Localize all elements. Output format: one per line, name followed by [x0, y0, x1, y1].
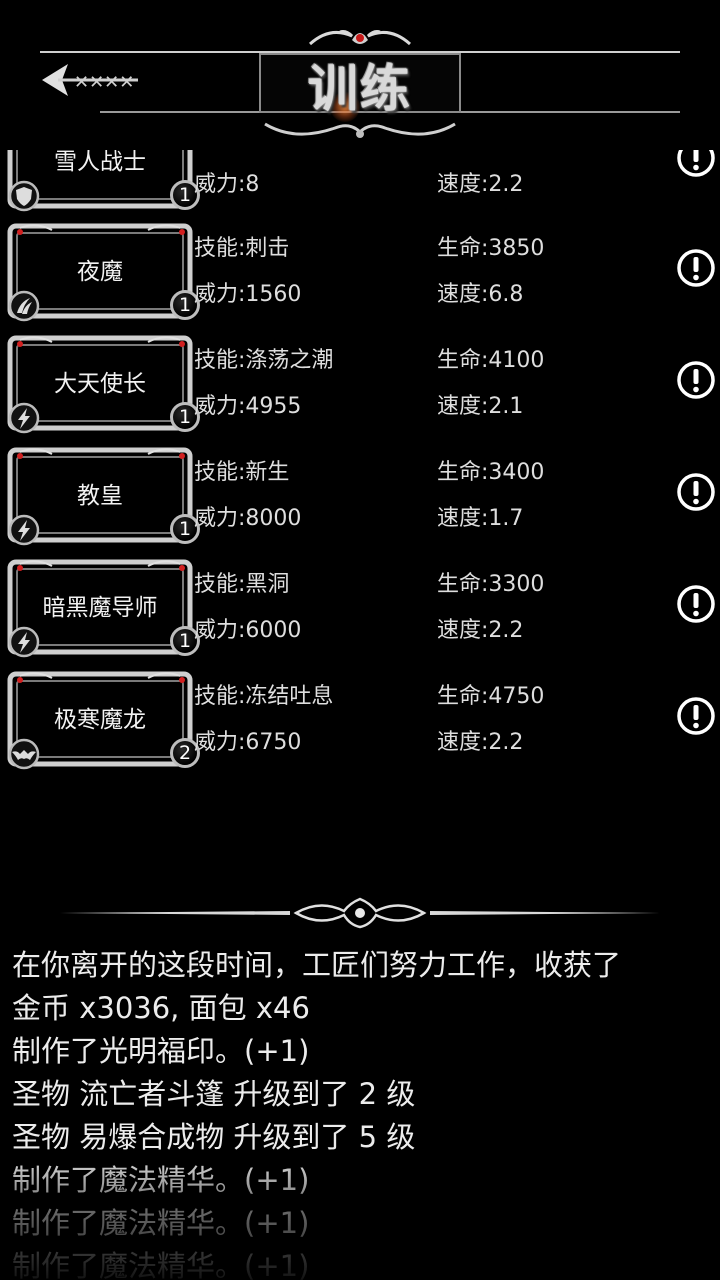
lightning-icon — [8, 402, 40, 434]
hero-hp: 生命:4750 — [437, 684, 545, 709]
svg-text:✕✕✕✕: ✕✕✕✕ — [74, 72, 134, 93]
hero-name: 教皇 — [77, 483, 123, 509]
hero-name: 极寒魔龙 — [54, 707, 146, 733]
hero-row[interactable]: 极寒魔龙 2 技能:冻结吐息 生命:4750 威力:6750 速度:2.2 — [0, 670, 720, 770]
hero-skill: 技能:刺击 — [194, 236, 290, 261]
log-line: 金币 x3036, 面包 x46 — [12, 991, 310, 1025]
hero-speed: 速度:2.1 — [437, 394, 524, 419]
log-line: 在你离开的这段时间，工匠们努力工作，收获了 — [12, 948, 622, 982]
filigree-ornament — [264, 122, 456, 138]
hero-card[interactable]: 大天使长 1 — [6, 334, 200, 434]
lightning-icon — [8, 626, 40, 658]
hero-skill: 技能:涤荡之潮 — [194, 348, 334, 373]
log-line: 制作了魔法精华。(+1) — [12, 1206, 310, 1240]
hero-speed: 速度:2.2 — [437, 730, 524, 755]
info-icon[interactable] — [676, 584, 716, 624]
hero-row[interactable]: 教皇 1 技能:新生 生命:3400 威力:8000 速度:1.7 — [0, 446, 720, 546]
log-line: 制作了魔法精华。(+1) — [12, 1249, 310, 1280]
hero-row[interactable]: 大天使长 1 技能:涤荡之潮 生命:4100 威力:4955 速度:2.1 — [0, 334, 720, 434]
info-icon[interactable] — [676, 248, 716, 288]
header: 训练 ✕✕✕✕ — [0, 0, 720, 150]
bat-wing-icon — [8, 738, 40, 770]
hero-row[interactable]: 夜魔 1 技能:刺击 生命:3850 威力:1560 速度:6.8 — [0, 222, 720, 322]
hero-hp: 生命:3850 — [437, 236, 545, 261]
shield-icon — [8, 180, 40, 212]
ornate-arrow-left-icon: ✕✕✕✕ — [42, 64, 138, 96]
hero-speed: 速度:2.2 — [437, 618, 524, 643]
claw-icon — [8, 290, 40, 322]
hero-skill: 技能:新生 — [194, 460, 290, 485]
hero-hp: 生命:3400 — [437, 460, 545, 485]
info-icon[interactable] — [676, 472, 716, 512]
hero-power: 威力:8 — [194, 172, 260, 197]
lightning-icon — [8, 514, 40, 546]
hero-power: 威力:6750 — [194, 730, 302, 755]
hero-skill: 技能:冻结吐息 — [194, 684, 334, 709]
hero-speed: 速度:1.7 — [437, 506, 524, 531]
hero-power: 威力:1560 — [194, 282, 302, 307]
hero-power: 威力:6000 — [194, 618, 302, 643]
log-line: 圣物 易爆合成物 升级到了 5 级 — [12, 1120, 416, 1154]
info-icon[interactable] — [676, 360, 716, 400]
hero-power: 威力:8000 — [194, 506, 302, 531]
hero-card[interactable]: 教皇 1 — [6, 446, 200, 546]
hero-list[interactable]: 雪人战士 1 威力:8 速度:2.2 夜魔 1 技能:刺击 生命:3850 威力… — [0, 100, 720, 780]
hero-row[interactable]: 暗黑魔导师 1 技能:黑洞 生命:3300 威力:6000 速度:2.2 — [0, 558, 720, 658]
hero-speed: 速度:6.8 — [437, 282, 524, 307]
hero-hp: 生命:3300 — [437, 572, 545, 597]
hero-name: 大天使长 — [54, 371, 146, 397]
hero-card[interactable]: 极寒魔龙 2 — [6, 670, 200, 770]
hero-name: 夜魔 — [77, 259, 123, 285]
event-log: 在你离开的这段时间，工匠们努力工作，收获了 金币 x3036, 面包 x46 制… — [12, 944, 712, 1280]
back-button[interactable]: ✕✕✕✕ — [38, 58, 143, 102]
hero-speed: 速度:2.2 — [437, 172, 524, 197]
hero-card[interactable]: 夜魔 1 — [6, 222, 200, 322]
log-line: 制作了光明福印。(+1) — [12, 1034, 310, 1068]
log-line: 圣物 流亡者斗篷 升级到了 2 级 — [12, 1077, 416, 1111]
ornamental-divider — [60, 897, 660, 929]
crest-ornament — [308, 30, 412, 46]
log-line: 制作了魔法精华。(+1) — [12, 1163, 310, 1197]
hero-name: 暗黑魔导师 — [42, 595, 158, 621]
hero-card[interactable]: 暗黑魔导师 1 — [6, 558, 200, 658]
hero-hp: 生命:4100 — [437, 348, 545, 373]
info-icon[interactable] — [676, 696, 716, 736]
hero-skill: 技能:黑洞 — [194, 572, 290, 597]
training-screen: 雪人战士 1 威力:8 速度:2.2 夜魔 1 技能:刺击 生命:3850 威力… — [0, 0, 720, 1280]
hero-power: 威力:4955 — [194, 394, 302, 419]
